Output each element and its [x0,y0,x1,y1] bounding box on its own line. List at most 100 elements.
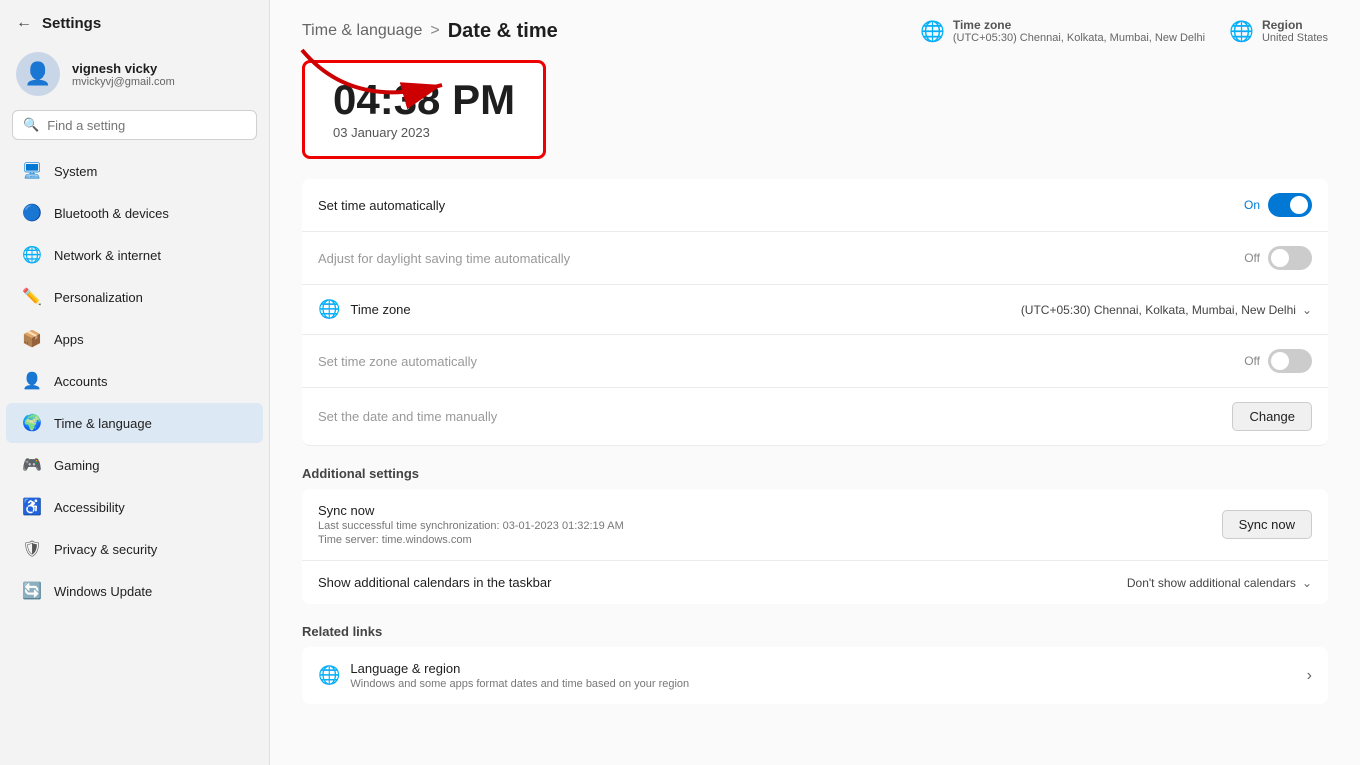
related-left: 🌐 Language & region Windows and some app… [318,661,689,690]
daylight-saving-row: Adjust for daylight saving time automati… [302,232,1328,285]
set-time-auto-toggle[interactable] [1268,193,1312,217]
calendars-dropdown[interactable]: Don't show additional calendars ⌄ [1127,576,1312,590]
time-box: 04:38 PM 03 January 2023 [302,60,546,159]
calendars-dropdown-value: Don't show additional calendars [1127,576,1296,590]
sidebar-item-time[interactable]: 🌍 Time & language [6,403,263,443]
date-value: 03 January 2023 [333,125,515,140]
language-region-subtitle: Windows and some apps format dates and t… [350,678,689,690]
sidebar-item-accounts[interactable]: 👤 Accounts [6,361,263,401]
breadcrumb-current: Date & time [448,20,558,43]
daylight-saving-value: Off [1244,246,1312,270]
region-text: Region United States [1262,18,1328,44]
settings-title-text: Settings [42,15,101,32]
sidebar-item-gaming[interactable]: 🎮 Gaming [6,445,263,485]
set-time-auto-value: On [1244,193,1312,217]
timezone-row-left: 🌐 Time zone [318,299,411,320]
settings-title-bar: ← Settings [0,0,269,42]
sidebar-label-accounts: Accounts [54,374,107,389]
network-icon: 🌐 [22,245,42,265]
timezone-value: (UTC+05:30) Chennai, Kolkata, Mumbai, Ne… [953,32,1205,44]
sidebar-item-bluetooth[interactable]: 🔵 Bluetooth & devices [6,193,263,233]
sync-title: Sync now [318,503,624,518]
timezone-row-icon: 🌐 [318,299,340,320]
set-time-auto-state: On [1244,198,1260,212]
apps-icon: 📦 [22,329,42,349]
time-icon: 🌍 [22,413,42,433]
sidebar-label-bluetooth: Bluetooth & devices [54,206,169,221]
breadcrumb-parent: Time & language [302,22,422,40]
sidebar-label-time: Time & language [54,416,152,431]
sync-sub1: Last successful time synchronization: 03… [318,520,624,532]
sync-sub2: Time server: time.windows.com [318,534,624,546]
sidebar-item-privacy[interactable]: 🛡 Privacy & security [6,529,263,569]
daylight-saving-label: Adjust for daylight saving time automati… [318,251,570,266]
accounts-icon: 👤 [22,371,42,391]
sidebar-item-system[interactable]: 🖥 System [6,151,263,191]
search-icon: 🔍 [23,117,39,133]
time-value: 04:38 PM [333,79,515,121]
header-meta: 🌐 Time zone (UTC+05:30) Chennai, Kolkata… [920,18,1328,44]
privacy-icon: 🛡 [22,539,42,559]
sync-now-row: Sync now Last successful time synchroniz… [302,489,1328,561]
region-value: United States [1262,32,1328,44]
back-arrow-icon[interactable]: ← [16,14,32,32]
change-button[interactable]: Change [1232,402,1312,431]
sidebar-label-gaming: Gaming [54,458,100,473]
sidebar: ← Settings 👤 vignesh vicky mvickyvj@gmai… [0,0,270,765]
set-date-manually-label: Set the date and time manually [318,409,497,424]
sidebar-item-accessibility[interactable]: ♿ Accessibility [6,487,263,527]
sidebar-label-network: Network & internet [54,248,161,263]
calendars-chevron-icon: ⌄ [1302,576,1312,590]
sidebar-item-apps[interactable]: 📦 Apps [6,319,263,359]
sidebar-label-update: Windows Update [54,584,152,599]
set-time-auto-label: Set time automatically [318,198,445,213]
breadcrumb: Time & language > Date & time [302,20,558,43]
bluetooth-icon: 🔵 [22,203,42,223]
sidebar-label-privacy: Privacy & security [54,542,157,557]
region-label: Region [1262,18,1328,32]
personalization-icon: ✏️ [22,287,42,307]
avatar: 👤 [16,52,60,96]
related-info: Language & region Windows and some apps … [350,661,689,690]
sidebar-item-personalization[interactable]: ✏️ Personalization [6,277,263,317]
timezone-dropdown-value: (UTC+05:30) Chennai, Kolkata, Mumbai, Ne… [1021,303,1296,317]
daylight-saving-toggle[interactable] [1268,246,1312,270]
search-input[interactable] [47,118,246,133]
timezone-chevron-icon: ⌄ [1302,303,1312,317]
breadcrumb-area: Time & language > Date & time 🌐 Time zon… [270,0,1360,60]
language-region-icon: 🌐 [318,665,340,686]
sidebar-label-personalization: Personalization [54,290,143,305]
user-profile[interactable]: 👤 vignesh vicky mvickyvj@gmail.com [0,42,269,110]
sidebar-item-update[interactable]: 🔄 Windows Update [6,571,263,611]
timezone-row: 🌐 Time zone (UTC+05:30) Chennai, Kolkata… [302,285,1328,335]
timezone-info: 🌐 Time zone (UTC+05:30) Chennai, Kolkata… [920,18,1205,44]
related-links-label: Related links [302,624,1328,639]
region-info: 🌐 Region United States [1229,18,1328,44]
timezone-dropdown[interactable]: (UTC+05:30) Chennai, Kolkata, Mumbai, Ne… [1021,303,1312,317]
toggle-thumb-2 [1271,249,1289,267]
main-content: Time & language > Date & time 🌐 Time zon… [270,0,1360,765]
language-region-title: Language & region [350,661,689,676]
toggle-thumb [1290,196,1308,214]
search-box[interactable]: 🔍 [12,110,257,140]
set-timezone-auto-toggle[interactable] [1268,349,1312,373]
update-icon: 🔄 [22,581,42,601]
set-timezone-auto-state: Off [1244,354,1260,368]
daylight-saving-state: Off [1244,251,1260,265]
sync-now-button[interactable]: Sync now [1222,510,1312,539]
user-name: vignesh vicky [72,61,175,76]
region-globe-icon: 🌐 [1229,19,1254,44]
timezone-label: Time zone [953,18,1205,32]
timezone-globe-icon: 🌐 [920,19,945,44]
main-settings-section: Set time automatically On Adjust for day… [302,179,1328,736]
sidebar-label-system: System [54,164,97,179]
language-region-chevron-icon: › [1307,667,1312,685]
sidebar-label-apps: Apps [54,332,84,347]
gaming-icon: 🎮 [22,455,42,475]
language-region-row[interactable]: 🌐 Language & region Windows and some app… [302,647,1328,704]
sidebar-item-network[interactable]: 🌐 Network & internet [6,235,263,275]
additional-settings-label: Additional settings [302,466,1328,481]
sidebar-label-accessibility: Accessibility [54,500,125,515]
user-email: mvickyvj@gmail.com [72,76,175,88]
set-timezone-auto-label: Set time zone automatically [318,354,477,369]
